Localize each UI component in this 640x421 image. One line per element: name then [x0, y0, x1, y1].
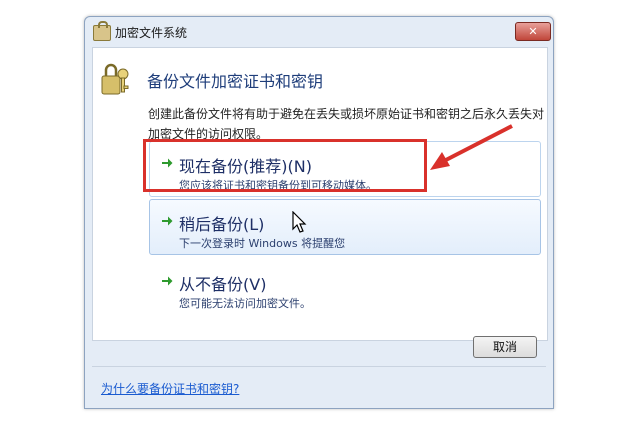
- option-never-backup[interactable]: 从不备份(V) 您可能无法访问加密文件。: [149, 259, 541, 315]
- close-button[interactable]: ✕: [515, 22, 551, 41]
- green-arrow-icon: [162, 216, 173, 226]
- close-icon: ✕: [528, 25, 538, 38]
- title-bar: 加密文件系统 ✕: [85, 17, 553, 47]
- lock-icon: [93, 21, 111, 41]
- help-link[interactable]: 为什么要备份证书和密钥?: [101, 380, 239, 397]
- efs-dialog: 加密文件系统 ✕ 备份文件加密证书和密钥 创建此备份文件将有助于避免在丢失或损坏…: [84, 16, 554, 409]
- annotation-highlight-box: [143, 139, 427, 192]
- option-title: 稍后备份(L): [179, 215, 265, 234]
- annotation-arrow-icon: [430, 124, 513, 170]
- green-arrow-icon: [162, 276, 173, 286]
- option-subtitle: 您可能无法访问加密文件。: [179, 297, 311, 310]
- option-backup-later[interactable]: 稍后备份(L) 下一次登录时 Windows 将提醒您: [149, 199, 541, 255]
- mouse-cursor-icon: [292, 211, 307, 233]
- key-lock-icon: [101, 63, 129, 95]
- cancel-button[interactable]: 取消: [473, 336, 537, 358]
- content-panel: 备份文件加密证书和密钥 创建此备份文件将有助于避免在丢失或损坏原始证书和密钥之后…: [92, 47, 548, 341]
- dialog-heading: 备份文件加密证书和密钥: [147, 72, 324, 91]
- option-title: 从不备份(V): [179, 275, 267, 294]
- divider: [92, 366, 546, 367]
- option-subtitle: 下一次登录时 Windows 将提醒您: [179, 237, 346, 250]
- window-title: 加密文件系统: [115, 26, 188, 40]
